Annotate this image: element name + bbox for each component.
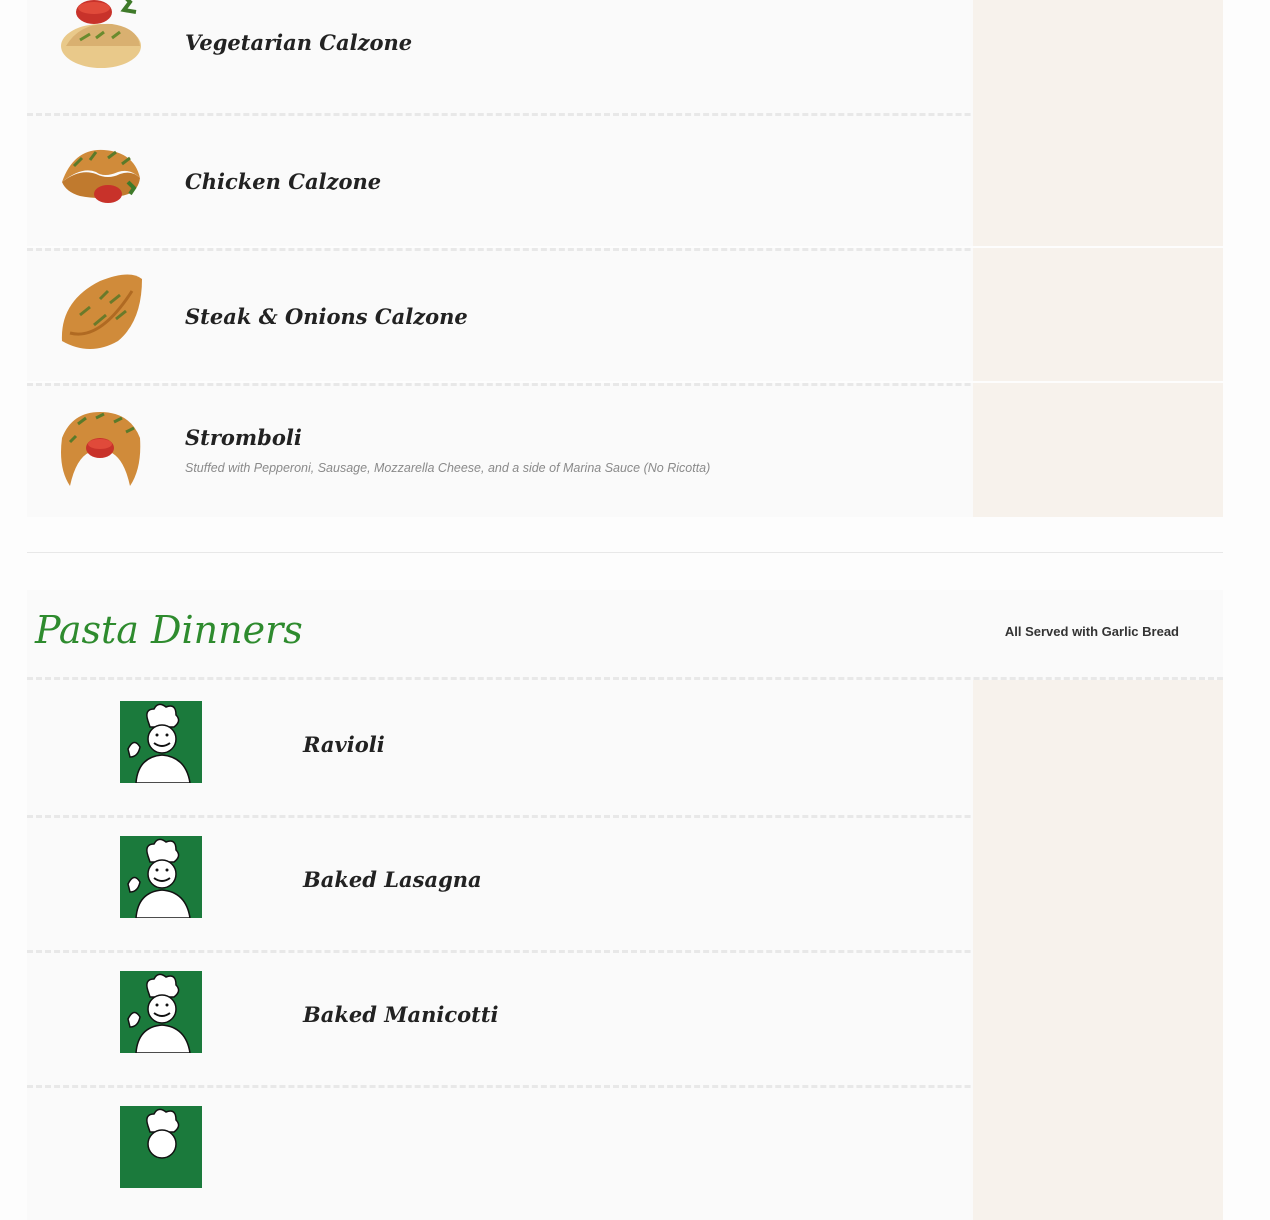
- menu-item[interactable]: Stromboli Stuffed with Pepperoni, Sausag…: [27, 383, 1223, 517]
- chef-logo-icon: [120, 701, 202, 783]
- item-name: Vegetarian Calzone: [185, 30, 413, 55]
- price-column: [973, 1085, 1223, 1220]
- price-column: [973, 815, 1223, 950]
- menu-item[interactable]: Ravioli: [27, 680, 1223, 815]
- item-description: Stuffed with Pepperoni, Sausage, Mozzare…: [185, 461, 711, 475]
- section-divider: [27, 552, 1223, 553]
- item-name: Stromboli: [185, 425, 302, 450]
- section-note: All Served with Garlic Bread: [1004, 624, 1179, 639]
- menu-item[interactable]: Vegetarian Calzone: [27, 0, 1223, 113]
- price-column: [973, 680, 1223, 815]
- price-column: [973, 113, 1223, 246]
- price-column: [973, 950, 1223, 1085]
- menu-item[interactable]: Steak & Onions Calzone: [27, 248, 1223, 381]
- chef-logo-icon: [120, 836, 202, 918]
- chef-logo-icon: [120, 971, 202, 1053]
- price-column: [973, 383, 1223, 517]
- section-title: Pasta Dinners: [35, 608, 303, 652]
- menu-item[interactable]: Chicken Calzone: [27, 113, 1223, 246]
- price-column: [973, 0, 1223, 113]
- calzone-photo: [62, 149, 140, 203]
- pasta-section-header: Pasta Dinners All Served with Garlic Bre…: [27, 590, 1223, 680]
- chef-logo-icon: [120, 1106, 202, 1188]
- calzone-with-sauce-photo: [61, 0, 141, 68]
- item-name: Baked Lasagna: [303, 867, 482, 892]
- menu-item[interactable]: [27, 1085, 1223, 1220]
- item-name: Steak & Onions Calzone: [185, 304, 468, 329]
- calzone-photo: [61, 274, 142, 349]
- item-name: Baked Manicotti: [303, 1002, 499, 1027]
- menu-item[interactable]: Baked Manicotti: [27, 950, 1223, 1085]
- menu-item[interactable]: Baked Lasagna: [27, 815, 1223, 950]
- stromboli-photo: [61, 412, 141, 486]
- item-name: Chicken Calzone: [185, 169, 382, 194]
- item-name: Ravioli: [303, 732, 385, 757]
- price-column: [973, 248, 1223, 381]
